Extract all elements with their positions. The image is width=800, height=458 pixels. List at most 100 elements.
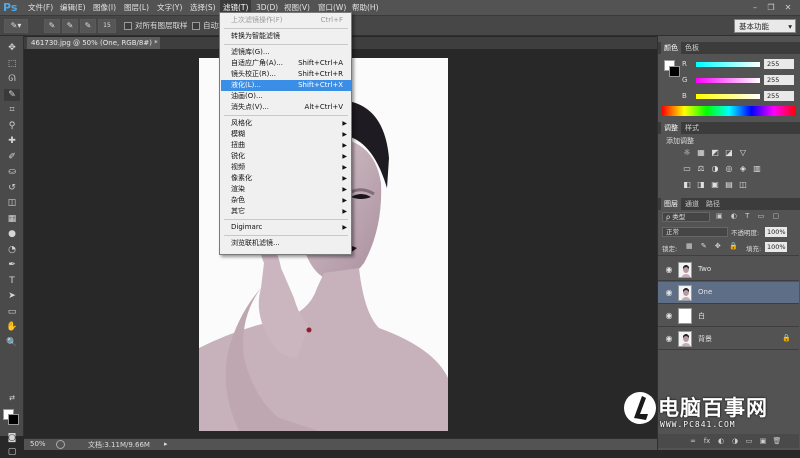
zoom-icon[interactable]: 🔍 <box>4 337 20 349</box>
filter-menu-item[interactable]: Digimarc▶ <box>221 222 351 233</box>
red-value[interactable]: 255 <box>764 59 794 69</box>
posterize-icon[interactable]: ◨ <box>696 180 706 190</box>
filter-menu-item[interactable]: 浏览联机滤镜... <box>221 238 351 249</box>
curves-icon[interactable]: ◩ <box>710 148 720 158</box>
screen-mode-icon[interactable]: ▢ <box>4 446 20 458</box>
sample-all-checkbox[interactable] <box>124 22 132 30</box>
blend-mode-select[interactable]: 正常 <box>662 227 728 237</box>
filter-menu-item[interactable]: 镜头校正(R)...Shift+Ctrl+R <box>221 69 351 80</box>
levels-icon[interactable]: ▦ <box>696 148 706 158</box>
vibrance-icon[interactable]: ▽ <box>738 148 748 158</box>
tab-paths[interactable]: 路径 <box>703 198 723 210</box>
fill-field[interactable]: 100% <box>765 242 787 252</box>
visibility-eye-icon[interactable]: ◉ <box>664 288 674 298</box>
brightness-icon[interactable]: ☼ <box>682 148 692 158</box>
opacity-field[interactable]: 100% <box>765 227 787 237</box>
blur-icon[interactable]: ● <box>4 228 20 240</box>
filter-menu-item[interactable]: 液化(L)...Shift+Ctrl+X <box>221 80 351 91</box>
crop-icon[interactable]: ⌗ <box>4 104 20 116</box>
workspace-select[interactable]: 基本功能▾ <box>734 19 796 33</box>
rectangle-icon[interactable]: ▭ <box>4 306 20 318</box>
layer-row[interactable]: ◉Two <box>658 259 799 281</box>
filter-menu-item[interactable]: 渲染▶ <box>221 184 351 195</box>
layer-filter-select[interactable]: ρ 类型 <box>662 212 710 222</box>
color-lookup-icon[interactable]: ▥ <box>752 164 762 174</box>
lasso-icon[interactable]: ᘏ <box>4 73 20 85</box>
color-balance-icon[interactable]: ⚖ <box>696 164 706 174</box>
layer-row[interactable]: ◉背景🔒 <box>658 328 799 350</box>
menu-edit[interactable]: 编辑(E) <box>60 0 86 16</box>
tab-adjustments[interactable]: 调整 <box>661 122 681 134</box>
brush-size-button[interactable]: 15 <box>98 19 116 33</box>
color-spectrum-bar[interactable] <box>662 106 796 116</box>
green-value[interactable]: 255 <box>764 75 794 85</box>
tab-color[interactable]: 颜色 <box>661 42 681 54</box>
menu-image[interactable]: 图像(I) <box>93 0 116 16</box>
auto-enhance-checkbox[interactable] <box>192 22 200 30</box>
zoom-level[interactable]: 50% <box>30 440 46 448</box>
blue-slider[interactable] <box>696 94 760 99</box>
history-brush-icon[interactable]: ↺ <box>4 182 20 194</box>
filter-menu-item[interactable]: 转换为智能滤镜 <box>221 31 351 42</box>
filter-menu-item[interactable]: 自适应广角(A)...Shift+Ctrl+A <box>221 58 351 69</box>
gradient-map-icon[interactable]: ▤ <box>724 180 734 190</box>
close-icon[interactable]: ✕ <box>781 2 795 13</box>
tab-styles[interactable]: 样式 <box>682 122 702 134</box>
minimize-icon[interactable]: – <box>748 2 762 13</box>
add-selection-icon[interactable]: ✎ <box>62 19 78 33</box>
layer-filter-icons[interactable]: ▣ ◐ T ▭ ▢ <box>716 212 796 222</box>
filter-menu-item[interactable]: 扭曲▶ <box>221 140 351 151</box>
brush-icon[interactable]: ✐ <box>4 151 20 163</box>
hue-saturation-icon[interactable]: ▭ <box>682 164 692 174</box>
filter-menu-item[interactable]: 模糊▶ <box>221 129 351 140</box>
filter-menu-item[interactable]: 油画(O)... <box>221 91 351 102</box>
subtract-selection-icon[interactable]: ✎ <box>80 19 96 33</box>
hand-icon[interactable]: ✋ <box>4 321 20 333</box>
filter-menu-item[interactable]: 风格化▶ <box>221 118 351 129</box>
tab-swatches[interactable]: 色板 <box>682 42 702 54</box>
tab-channels[interactable]: 通道 <box>682 198 702 210</box>
layer-row[interactable]: ◉One <box>658 282 799 304</box>
visibility-eye-icon[interactable]: ◉ <box>664 311 674 321</box>
restore-icon[interactable]: ❐ <box>764 2 778 13</box>
filter-menu-item[interactable]: 视频▶ <box>221 162 351 173</box>
filter-menu-item[interactable]: 杂色▶ <box>221 195 351 206</box>
marquee-icon[interactable]: ⬚ <box>4 58 20 70</box>
quick-mask-icon[interactable]: ◙ <box>4 432 20 444</box>
dodge-icon[interactable]: ◔ <box>4 244 20 256</box>
tab-layers[interactable]: 图层 <box>661 198 681 210</box>
invert-icon[interactable]: ◧ <box>682 180 692 190</box>
background-color-swatch[interactable] <box>8 414 19 425</box>
status-menu-arrow-icon[interactable]: ▸ <box>164 440 168 448</box>
eyedropper-icon[interactable]: ⚲ <box>4 120 20 132</box>
exposure-icon[interactable]: ◪ <box>724 148 734 158</box>
filter-menu-item[interactable]: 消失点(V)...Alt+Ctrl+V <box>221 102 351 113</box>
visibility-eye-icon[interactable]: ◉ <box>664 334 674 344</box>
new-selection-icon[interactable]: ✎ <box>44 19 60 33</box>
threshold-icon[interactable]: ▣ <box>710 180 720 190</box>
quick-select-icon[interactable]: ✎ <box>4 89 20 101</box>
visibility-eye-icon[interactable]: ◉ <box>664 265 674 275</box>
channel-mixer-icon[interactable]: ◈ <box>738 164 748 174</box>
status-info-icon[interactable] <box>56 440 65 449</box>
path-select-icon[interactable]: ➤ <box>4 290 20 302</box>
photo-filter-icon[interactable]: ◎ <box>724 164 734 174</box>
pen-icon[interactable]: ✒ <box>4 259 20 271</box>
red-slider[interactable] <box>696 62 760 67</box>
blue-value[interactable]: 255 <box>764 91 794 101</box>
selective-color-icon[interactable]: ◫ <box>738 180 748 190</box>
menu-layer[interactable]: 图层(L) <box>124 0 149 16</box>
filter-menu-item[interactable]: 其它▶ <box>221 206 351 217</box>
clone-stamp-icon[interactable]: ⛀ <box>4 166 20 178</box>
gradient-icon[interactable]: ▦ <box>4 213 20 225</box>
menu-help[interactable]: 帮助(H) <box>352 0 379 16</box>
filter-menu-item[interactable]: 像素化▶ <box>221 173 351 184</box>
document-tab[interactable]: 461730.jpg @ 50% (One, RGB/8#) * × <box>27 37 160 49</box>
lock-icons[interactable]: ▦ ✎ ✥ 🔒 <box>686 242 741 250</box>
menu-type[interactable]: 文字(Y) <box>157 0 182 16</box>
layer-row[interactable]: ◉白 <box>658 305 799 327</box>
swap-colors-icon[interactable]: ⇄ <box>4 392 20 404</box>
green-slider[interactable] <box>696 78 760 83</box>
healing-brush-icon[interactable]: ✚ <box>4 135 20 147</box>
eraser-icon[interactable]: ◫ <box>4 197 20 209</box>
